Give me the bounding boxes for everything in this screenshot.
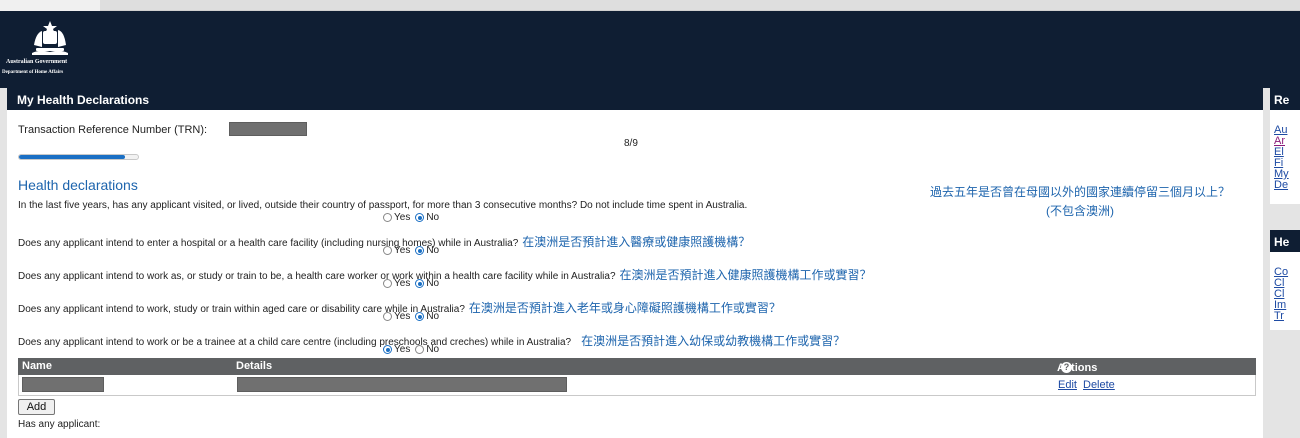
gov-name: Australian Government bbox=[6, 59, 68, 65]
help-icon[interactable]: ? bbox=[1061, 362, 1072, 373]
trn-label: Transaction Reference Number (TRN): bbox=[18, 124, 208, 136]
site-header: Australian Government Department of Home… bbox=[0, 11, 1300, 88]
related-links-panel: Re Au Ar El Fi My De bbox=[1270, 88, 1300, 204]
radio-no[interactable] bbox=[415, 213, 425, 222]
browser-bar-left bbox=[0, 0, 100, 11]
radio-yes-label: Yes bbox=[394, 212, 411, 223]
browser-bar-strip bbox=[100, 0, 1300, 11]
edit-link[interactable]: Edit bbox=[1058, 379, 1077, 391]
radio-yes-label: Yes bbox=[394, 245, 411, 256]
question-text: In the last five years, has any applican… bbox=[18, 200, 748, 211]
radio-no-label: No bbox=[426, 344, 440, 355]
government-logo[interactable]: Australian Government Department of Home… bbox=[2, 17, 114, 81]
radio-yes[interactable] bbox=[383, 246, 392, 255]
progress-fill bbox=[19, 155, 125, 159]
add-button[interactable]: Add bbox=[18, 399, 55, 415]
column-name-header: Name bbox=[22, 360, 52, 372]
question-translation: 在澳洲是否預計進入健康照護機構工作或實習？ bbox=[619, 268, 872, 282]
question-3-options: Yes No bbox=[381, 278, 439, 289]
question-1-options: Yes No bbox=[381, 212, 439, 223]
radio-yes[interactable] bbox=[383, 312, 392, 321]
delete-link[interactable]: Delete bbox=[1083, 379, 1115, 391]
question-translation: 在澳洲是否預計進入醫療或健康照護機構？ bbox=[522, 235, 751, 249]
table-header: Name Details Actions? bbox=[18, 358, 1256, 375]
radio-yes-label: Yes bbox=[394, 344, 411, 355]
radio-no-label: No bbox=[426, 278, 440, 289]
question-2-options: Yes No bbox=[381, 245, 439, 256]
coat-of-arms-icon bbox=[32, 21, 68, 55]
annotation-line-2: (不包含澳洲) bbox=[1046, 204, 1114, 218]
question-1: In the last five years, has any applican… bbox=[18, 200, 747, 211]
browser-top-bar bbox=[0, 0, 1300, 11]
progress-bar bbox=[18, 154, 139, 160]
has-applicant-label: Has any applicant: bbox=[18, 419, 101, 430]
radio-no-label: No bbox=[426, 311, 440, 322]
name-redacted bbox=[22, 377, 104, 392]
question-text: Does any applicant intend to work as, or… bbox=[18, 271, 616, 282]
translation-annotation: 過去五年是否曾在母國以外的國家連續停留三個月以上？ (不包含澳洲) bbox=[905, 183, 1255, 221]
radio-yes[interactable] bbox=[383, 345, 392, 354]
radio-no-label: No bbox=[426, 245, 440, 256]
radio-no[interactable] bbox=[415, 279, 425, 288]
help-links-panel: He Co Cl Cl Im Tr bbox=[1270, 230, 1300, 330]
radio-no-label: No bbox=[426, 212, 440, 223]
question-4-options: Yes No bbox=[381, 311, 439, 322]
page-indicator: 8/9 bbox=[624, 138, 638, 149]
details-redacted bbox=[237, 377, 567, 392]
annotation-line-1: 過去五年是否曾在母國以外的國家連續停留三個月以上？ bbox=[929, 185, 1230, 199]
question-translation: 在澳洲是否預計進入老年或身心障礙照護機構工作或實習？ bbox=[468, 301, 781, 315]
radio-yes[interactable] bbox=[383, 213, 392, 222]
radio-no[interactable] bbox=[415, 246, 425, 255]
radio-yes[interactable] bbox=[383, 279, 392, 288]
table-row: Edit Delete bbox=[18, 375, 1256, 396]
trn-value-redacted bbox=[229, 122, 307, 136]
question-text: Does any applicant intend to work or be … bbox=[18, 337, 572, 348]
radio-yes-label: Yes bbox=[394, 278, 411, 289]
applicants-table: Name Details Actions? Edit Delete bbox=[18, 358, 1256, 396]
section-heading: Health declarations bbox=[18, 177, 138, 193]
help-links-title: He bbox=[1270, 230, 1300, 252]
question-5-options: Yes No bbox=[381, 344, 439, 355]
related-link-6[interactable]: De bbox=[1270, 180, 1300, 191]
related-links-title: Re bbox=[1270, 88, 1300, 110]
question-translation: 在澳洲是否預計進入幼保或幼教機構工作或實習？ bbox=[581, 334, 846, 348]
page-title: My Health Declarations bbox=[7, 88, 1263, 110]
radio-yes-label: Yes bbox=[394, 311, 411, 322]
question-3: Does any applicant intend to work as, or… bbox=[18, 266, 872, 283]
dept-name: Department of Home Affairs bbox=[2, 70, 64, 75]
question-text: Does any applicant intend to enter a hos… bbox=[18, 238, 519, 249]
help-link-5[interactable]: Tr bbox=[1270, 311, 1300, 322]
radio-no[interactable] bbox=[415, 312, 425, 321]
radio-no[interactable] bbox=[415, 345, 425, 354]
declarations-panel: My Health Declarations Transaction Refer… bbox=[7, 88, 1263, 438]
column-details-header: Details bbox=[236, 360, 273, 372]
